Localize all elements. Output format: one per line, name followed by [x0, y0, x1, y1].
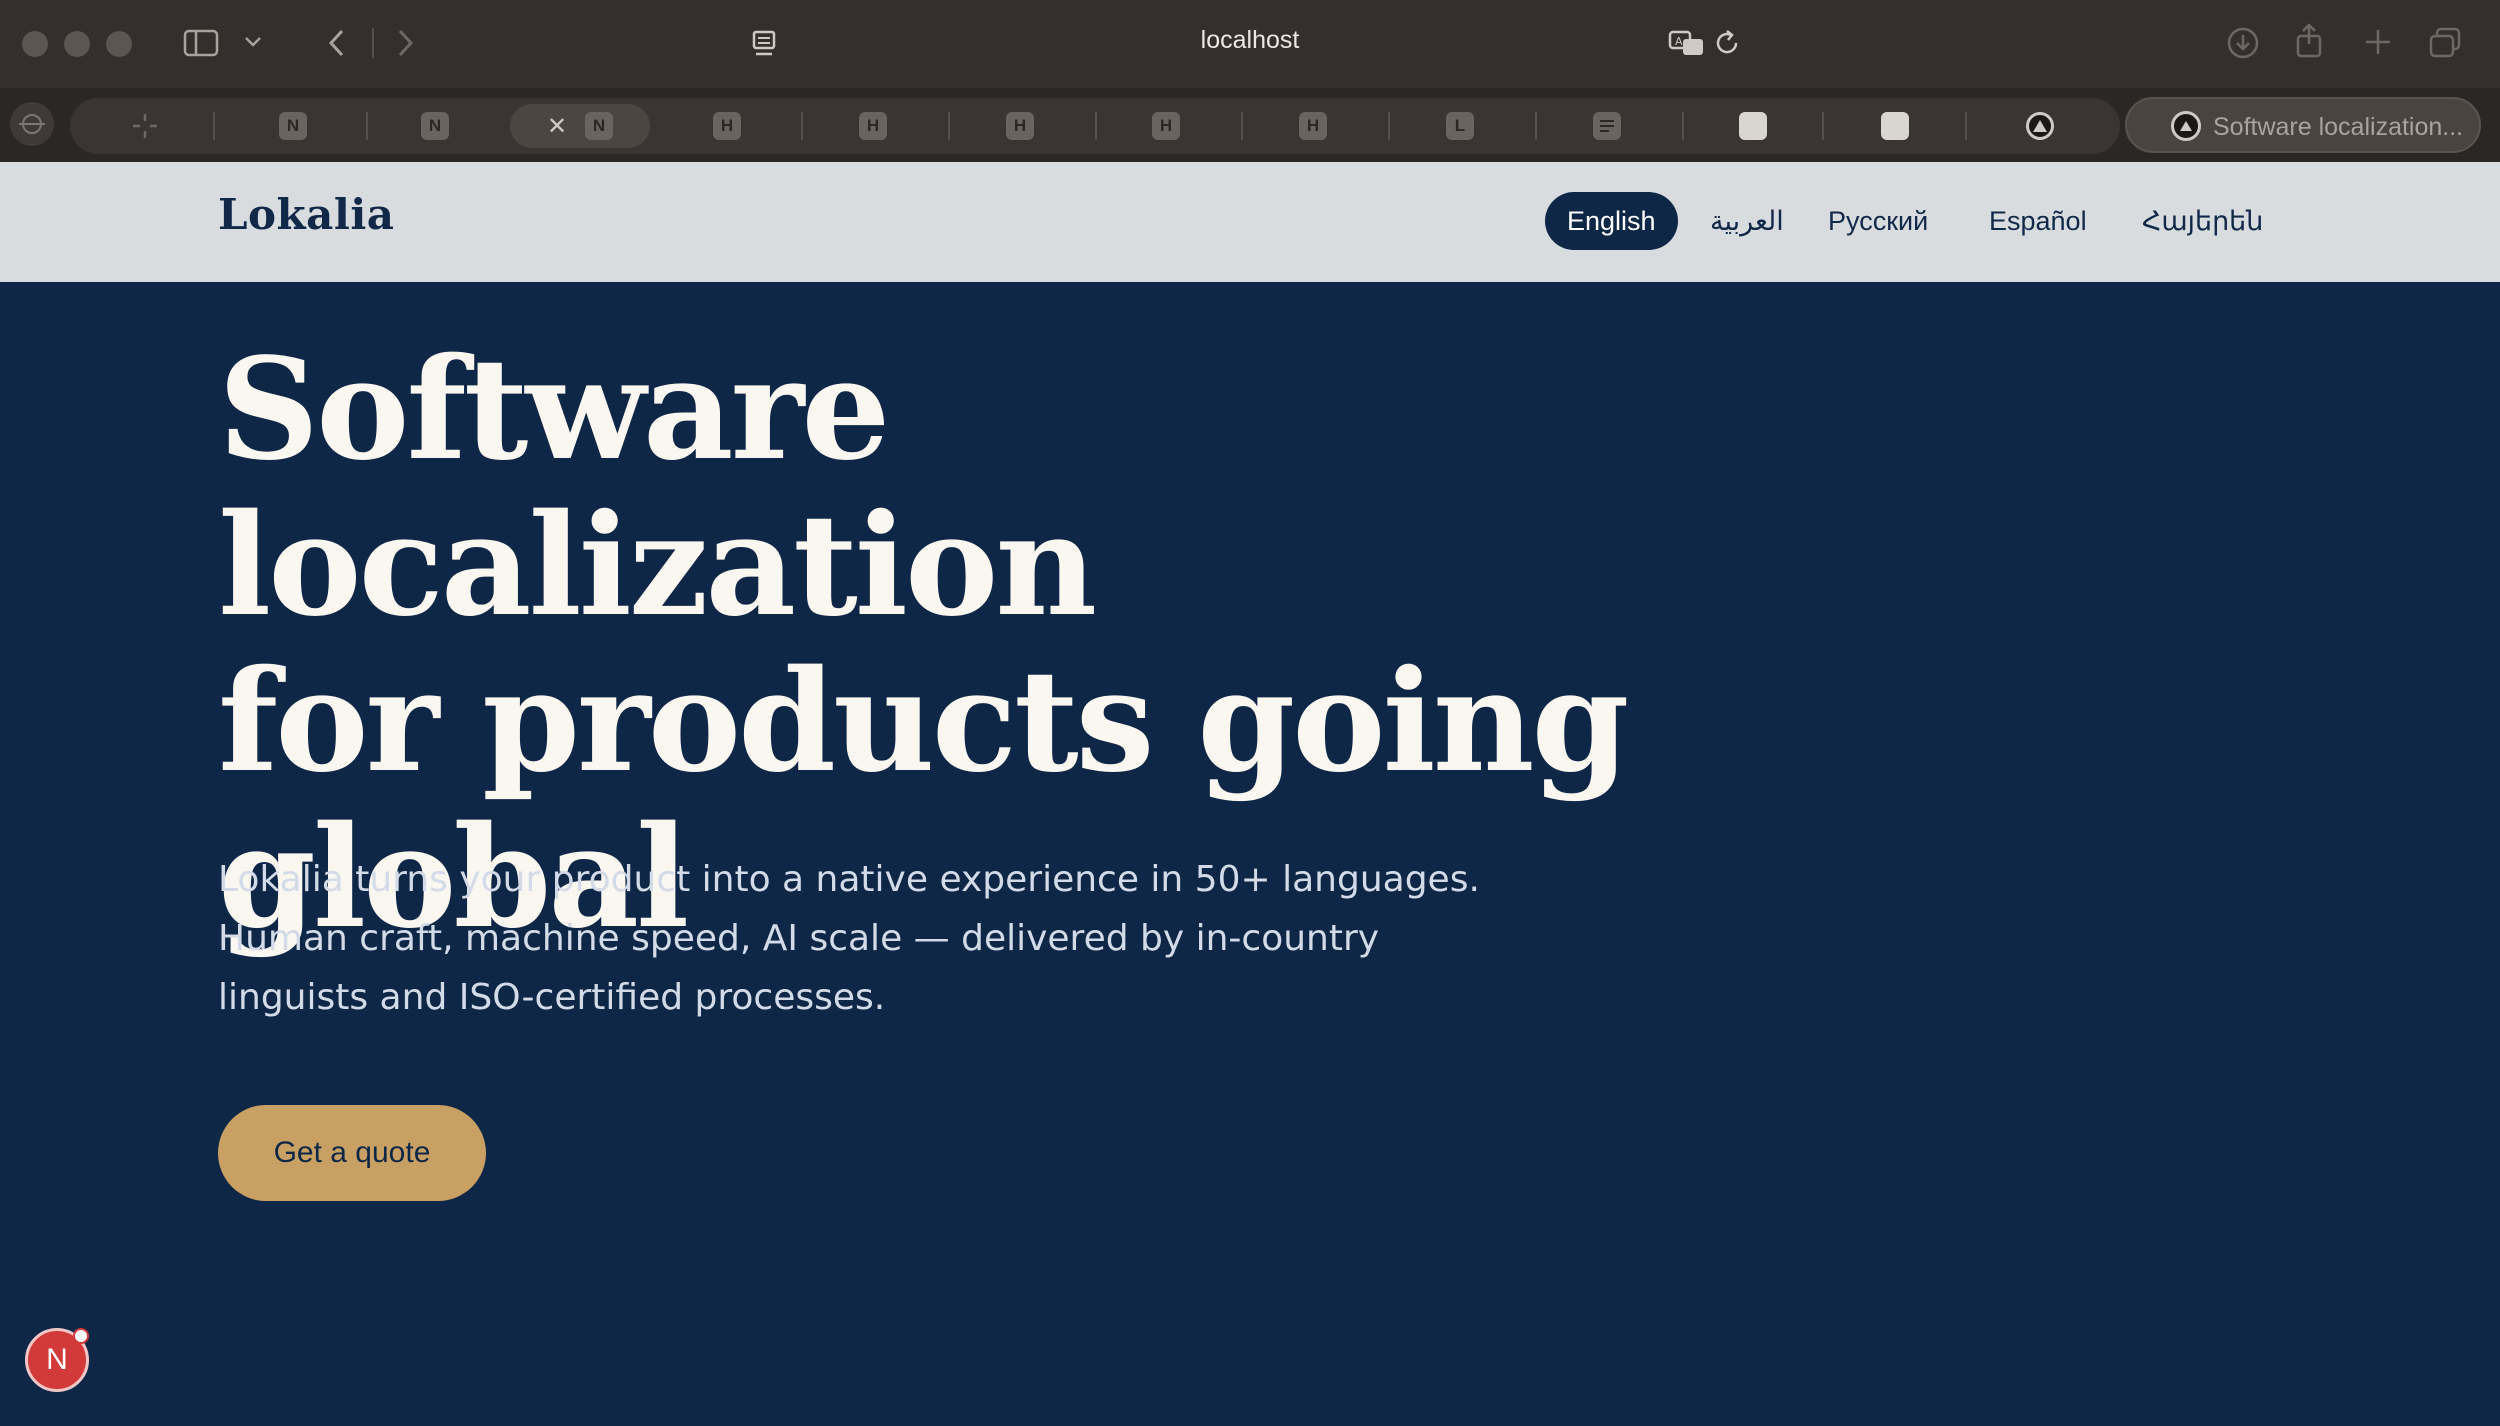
tab-overview-icon[interactable] — [2428, 26, 2464, 60]
minimize-window-button[interactable] — [64, 31, 90, 57]
tab-h-3[interactable]: H — [955, 104, 1085, 148]
tab-favicon: H — [1006, 112, 1034, 140]
lang-russian[interactable]: Русский — [1828, 192, 1928, 250]
hero-title-line: Software localization — [218, 328, 1097, 648]
new-tab-icon[interactable] — [2362, 26, 2394, 58]
hero-subtitle: Lokalia turns your product into a native… — [218, 850, 1498, 1027]
hero-title-line: for products going — [218, 640, 1629, 804]
tab-separator — [1822, 112, 1824, 140]
notification-dot — [73, 1328, 89, 1344]
tab-bar: N N ✕ N H H H H H L Software localizatio… — [0, 88, 2500, 162]
tab-favicon: H — [1152, 112, 1180, 140]
tab-h-5[interactable]: H — [1248, 104, 1378, 148]
tab-separator — [1241, 112, 1243, 140]
tab-favicon: N — [585, 112, 614, 140]
tab-doc[interactable] — [1542, 104, 1672, 148]
tab-n-1[interactable]: N — [228, 104, 358, 148]
translate-icon[interactable]: A — [1668, 28, 1706, 58]
tab-square-1[interactable] — [1688, 104, 1818, 148]
hero-subtitle-line: Human craft, machine speed, AI scale — d… — [218, 918, 1380, 959]
tab-n-2[interactable]: N — [370, 104, 500, 148]
back-arrow-icon[interactable] — [325, 28, 349, 58]
triangle-icon — [2026, 112, 2054, 140]
tab-triangle[interactable] — [1975, 104, 2105, 148]
tab-h-4[interactable]: H — [1101, 104, 1231, 148]
tab-separator — [1682, 112, 1684, 140]
loading-icon — [133, 114, 157, 138]
hero-subtitle-line: linguists and ISO-certified processes. — [218, 977, 886, 1018]
tab-separator — [1535, 112, 1537, 140]
tab-separator — [1095, 112, 1097, 140]
close-tab-icon[interactable]: ✕ — [547, 112, 567, 141]
sidebar-toggle-icon[interactable] — [183, 28, 219, 58]
lang-english[interactable]: English — [1545, 192, 1678, 250]
doc-icon — [1593, 112, 1621, 140]
downloads-icon[interactable] — [2226, 26, 2260, 60]
square-icon — [1881, 112, 1909, 140]
site-logo[interactable]: Lokalia — [218, 190, 394, 239]
browser-titlebar: localhost A — [0, 0, 2500, 88]
tab-l[interactable]: L — [1395, 104, 1525, 148]
chevron-down-icon[interactable] — [243, 34, 263, 50]
tab-square-2[interactable] — [1830, 104, 1960, 148]
reload-icon[interactable] — [1714, 28, 1742, 58]
tab-active-page[interactable]: Software localization... — [2125, 97, 2481, 153]
tab-separator — [801, 112, 803, 140]
nav-divider — [372, 28, 374, 58]
tab-favicon: H — [713, 112, 741, 140]
tab-h-2[interactable]: H — [808, 104, 938, 148]
hero-subtitle-line: Lokalia turns your product into a native… — [218, 859, 1480, 900]
page-menu-icon[interactable] — [750, 28, 778, 60]
tab-group-icon[interactable] — [10, 102, 54, 146]
forward-arrow-icon[interactable] — [393, 28, 417, 58]
tab-loading[interactable] — [80, 104, 210, 148]
zoom-window-button[interactable] — [106, 31, 132, 57]
tab-strip: N N ✕ N H H H H H L — [70, 98, 2480, 154]
address-bar[interactable]: localhost — [1000, 26, 1500, 55]
tab-n-3[interactable]: ✕ N — [510, 104, 650, 148]
lang-armenian[interactable]: Հայերեն — [2142, 192, 2263, 250]
tab-separator — [366, 112, 368, 140]
tab-separator — [948, 112, 950, 140]
square-icon — [1739, 112, 1767, 140]
lang-arabic[interactable]: العربية — [1710, 192, 1784, 250]
tab-h-1[interactable]: H — [662, 104, 792, 148]
tab-separator — [1388, 112, 1390, 140]
tab-separator — [1965, 112, 1967, 140]
lang-spanish[interactable]: Español — [1989, 192, 2087, 250]
tab-favicon: L — [1446, 112, 1474, 140]
close-window-button[interactable] — [22, 31, 48, 57]
active-tab-title: Software localization... — [2213, 113, 2464, 141]
tab-favicon: H — [1299, 112, 1327, 140]
tab-favicon: H — [859, 112, 887, 140]
tab-separator — [213, 112, 215, 140]
tab-favicon: N — [279, 112, 307, 140]
svg-text:A: A — [1675, 35, 1683, 48]
get-quote-button[interactable]: Get a quote — [218, 1105, 486, 1201]
tab-favicon: N — [421, 112, 449, 140]
triangle-icon — [2171, 111, 2201, 141]
share-icon[interactable] — [2294, 22, 2324, 60]
pinned-tab-group: N N ✕ N H H H H H L — [70, 98, 2120, 154]
